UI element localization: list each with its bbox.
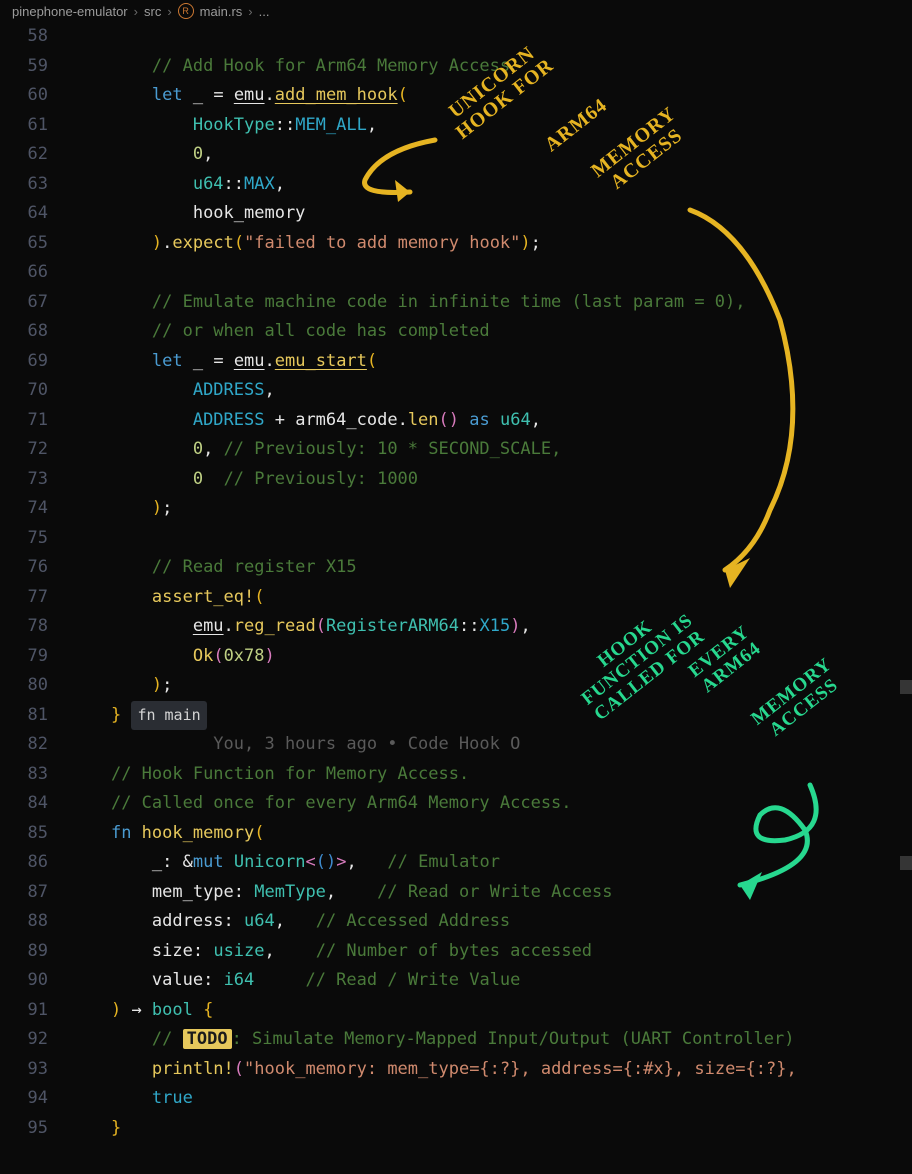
code-line[interactable]: 0, — [70, 140, 912, 170]
code-line[interactable]: size: usize, // Number of bytes accessed — [70, 937, 912, 967]
code-line[interactable]: ADDRESS + arm64_code.len() as u64, — [70, 406, 912, 436]
code-line[interactable]: HookType::MEM_ALL, — [70, 111, 912, 141]
code-line[interactable]: // or when all code has completed — [70, 317, 912, 347]
breadcrumb-part[interactable]: src — [144, 4, 161, 19]
line-number: 69 — [0, 347, 70, 377]
rust-file-icon: R — [178, 3, 194, 19]
code-line[interactable]: ); — [70, 494, 912, 524]
code-line[interactable]: _: &mut Unicorn<()>, // Emulator — [70, 848, 912, 878]
line-number: 59 — [0, 52, 70, 82]
line-number: 91 — [0, 996, 70, 1026]
code-line[interactable]: let _ = emu.add_mem_hook( — [70, 81, 912, 111]
code-line[interactable]: // Read register X15 — [70, 553, 912, 583]
line-number: 92 — [0, 1025, 70, 1055]
line-number: 89 — [0, 937, 70, 967]
code-line[interactable]: You, 3 hours ago • Code Hook O — [70, 730, 912, 760]
line-number: 90 — [0, 966, 70, 996]
minimap-mark[interactable] — [900, 856, 912, 870]
code-line[interactable]: hook_memory — [70, 199, 912, 229]
gitlens-author: You, 3 hours ago • Code Hook O — [213, 734, 520, 754]
minimap-mark[interactable] — [900, 680, 912, 694]
line-number: 88 — [0, 907, 70, 937]
code-line[interactable]: let _ = emu.emu_start( — [70, 347, 912, 377]
line-number: 63 — [0, 170, 70, 200]
line-number: 61 — [0, 111, 70, 141]
chevron-right-icon: › — [134, 4, 138, 19]
line-number: 72 — [0, 435, 70, 465]
breadcrumb-part[interactable]: main.rs — [200, 4, 243, 19]
code-line[interactable] — [70, 22, 912, 52]
line-number: 79 — [0, 642, 70, 672]
chevron-right-icon: › — [167, 4, 171, 19]
code-line[interactable]: address: u64, // Accessed Address — [70, 907, 912, 937]
line-number: 94 — [0, 1084, 70, 1114]
code-line[interactable]: ADDRESS, — [70, 376, 912, 406]
line-number: 71 — [0, 406, 70, 436]
code-line[interactable] — [70, 524, 912, 554]
breadcrumb-ellipsis[interactable]: ... — [259, 4, 270, 19]
inlay-hint: fn main — [131, 701, 206, 731]
line-number: 76 — [0, 553, 70, 583]
line-number: 85 — [0, 819, 70, 849]
line-number: 82 — [0, 730, 70, 760]
line-number: 74 — [0, 494, 70, 524]
line-number: 67 — [0, 288, 70, 318]
code-line[interactable]: ); — [70, 671, 912, 701]
line-number: 78 — [0, 612, 70, 642]
line-number: 66 — [0, 258, 70, 288]
code-line[interactable]: u64::MAX, — [70, 170, 912, 200]
line-number: 87 — [0, 878, 70, 908]
todo-badge: TODO — [183, 1029, 232, 1049]
line-number: 77 — [0, 583, 70, 613]
code-line[interactable]: fn hook_memory( — [70, 819, 912, 849]
line-number: 65 — [0, 229, 70, 259]
code-line[interactable]: println!("hook_memory: mem_type={:?}, ad… — [70, 1055, 912, 1085]
breadcrumb-part[interactable]: pinephone-emulator — [12, 4, 128, 19]
line-number: 84 — [0, 789, 70, 819]
line-number: 60 — [0, 81, 70, 111]
code-line[interactable]: 0, // Previously: 10 * SECOND_SCALE, — [70, 435, 912, 465]
code-line[interactable]: ) → bool { — [70, 996, 912, 1026]
code-line[interactable] — [70, 258, 912, 288]
line-number: 70 — [0, 376, 70, 406]
line-number: 62 — [0, 140, 70, 170]
line-number: 86 — [0, 848, 70, 878]
code-line[interactable]: mem_type: MemType, // Read or Write Acce… — [70, 878, 912, 908]
breadcrumb: pinephone-emulator › src › R main.rs › .… — [0, 0, 912, 22]
line-number: 64 — [0, 199, 70, 229]
code-line[interactable]: ).expect("failed to add memory hook"); — [70, 229, 912, 259]
code-line[interactable]: assert_eq!( — [70, 583, 912, 613]
code-line[interactable]: // Called once for every Arm64 Memory Ac… — [70, 789, 912, 819]
code-line[interactable]: } — [70, 1114, 912, 1144]
code-line[interactable]: // Add Hook for Arm64 Memory Access — [70, 52, 912, 82]
line-number: 68 — [0, 317, 70, 347]
line-number: 81 — [0, 701, 70, 731]
chevron-right-icon: › — [248, 4, 252, 19]
line-number: 73 — [0, 465, 70, 495]
code-line[interactable]: emu.reg_read(RegisterARM64::X15), — [70, 612, 912, 642]
code-line[interactable]: Ok(0x78) — [70, 642, 912, 672]
line-number: 93 — [0, 1055, 70, 1085]
line-number: 58 — [0, 22, 70, 52]
code-line[interactable]: } fn main — [70, 701, 912, 731]
line-number: 95 — [0, 1114, 70, 1144]
code-line[interactable]: value: i64 // Read / Write Value — [70, 966, 912, 996]
code-line[interactable]: // TODO: Simulate Memory-Mapped Input/Ou… — [70, 1025, 912, 1055]
code-line[interactable]: 0 // Previously: 1000 — [70, 465, 912, 495]
line-number: 75 — [0, 524, 70, 554]
code-line[interactable]: // Hook Function for Memory Access. — [70, 760, 912, 790]
code-line[interactable]: true — [70, 1084, 912, 1114]
line-number: 83 — [0, 760, 70, 790]
line-number: 80 — [0, 671, 70, 701]
code-editor[interactable]: 58 59 // Add Hook for Arm64 Memory Acces… — [0, 22, 912, 1143]
code-line[interactable]: // Emulate machine code in infinite time… — [70, 288, 912, 318]
